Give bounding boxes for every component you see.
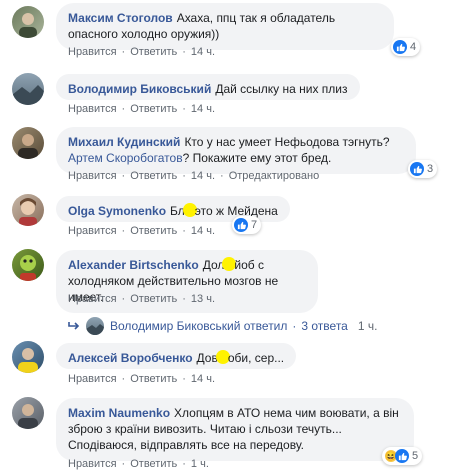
timestamp[interactable]: 14 ч.	[191, 225, 215, 237]
timestamp[interactable]: 1 ч.	[191, 458, 209, 470]
reply-time: 1 ч.	[357, 319, 378, 333]
comment-text-tail: ? Покажите ему этот бред.	[182, 151, 332, 165]
reply-count: 3 ответа	[301, 319, 348, 333]
comment-actions: Нравится · Ответить · 14 ч.	[68, 373, 216, 385]
comment-text: Дов	[196, 351, 218, 365]
timestamp[interactable]: 14 ч.	[191, 103, 215, 115]
reply-link[interactable]: Ответить	[130, 103, 177, 115]
reaction-summary[interactable]: 😆 5	[382, 447, 423, 465]
timestamp[interactable]: 14 ч.	[191, 373, 215, 385]
reply-link[interactable]: Ответить	[130, 458, 177, 470]
comment-actions: Нравится · Ответить · 14 ч. · Отредактировано	[68, 170, 320, 182]
reply-avatar	[86, 317, 104, 335]
reaction-summary[interactable]: 7	[232, 216, 262, 234]
like-link[interactable]: Нравится	[68, 103, 117, 115]
avatar[interactable]	[12, 341, 44, 373]
comment-author[interactable]: Михаил Кудинский	[68, 135, 180, 149]
comment-text: Кто у нас умеет Нефьодова тэгнуть?	[184, 135, 390, 149]
like-icon	[410, 162, 424, 176]
comment-actions: Нравится · Ответить · 14 ч.	[68, 225, 216, 237]
reaction-summary[interactable]: 4	[391, 38, 421, 56]
like-link[interactable]: Нравится	[68, 373, 117, 385]
reply-arrow-icon	[68, 322, 80, 330]
comment-author[interactable]: Maxim Naumenko	[68, 406, 170, 420]
reply-link[interactable]: Ответить	[130, 170, 177, 182]
comment-actions: Нравится · Ответить · 13 ч.	[68, 293, 216, 305]
like-link[interactable]: Нравится	[68, 293, 117, 305]
like-link[interactable]: Нравится	[68, 46, 117, 58]
comment-author[interactable]: Olga Symonenko	[68, 204, 166, 218]
mention-link[interactable]: Артем Скоробогатов	[68, 151, 183, 165]
like-link[interactable]: Нравится	[68, 225, 117, 237]
edited-label[interactable]: Отредактировано	[229, 170, 320, 182]
avatar[interactable]	[12, 249, 44, 281]
comment-bubble: Алексей Воробченко Дов оби, сер...	[56, 343, 297, 369]
comment-actions: Нравится · Ответить · 14 ч.	[68, 46, 216, 58]
avatar[interactable]	[12, 6, 44, 38]
view-replies-link[interactable]: Володимир Биковський ответил · 3 ответа 1 ч…	[68, 317, 377, 335]
timestamp[interactable]: 14 ч.	[191, 170, 215, 182]
like-icon	[234, 218, 248, 232]
reaction-count: 3	[427, 163, 434, 175]
comment-actions: Нравится · Ответить · 14 ч.	[68, 103, 216, 115]
reaction-count: 4	[410, 41, 417, 53]
reply-author: Володимир Биковський	[110, 319, 241, 333]
reaction-count: 7	[251, 219, 258, 231]
avatar[interactable]	[12, 73, 44, 105]
timestamp[interactable]: 14 ч.	[191, 46, 215, 58]
avatar[interactable]	[12, 127, 44, 159]
reply-link[interactable]: Ответить	[130, 46, 177, 58]
comment-author[interactable]: Максим Стоголов	[68, 11, 173, 25]
comment-text: Дай ссылку на них плиз	[215, 82, 348, 96]
reaction-count: 5	[412, 450, 419, 462]
comment-text: Дол	[202, 258, 225, 272]
like-link[interactable]: Нравится	[68, 458, 117, 470]
reply-link[interactable]: Ответить	[130, 225, 177, 237]
comment-author[interactable]: Alexander Birtschenko	[68, 258, 199, 272]
avatar[interactable]	[12, 397, 44, 429]
comment-bubble: Володимир Биковський Дай ссылку на них пл…	[56, 74, 360, 100]
like-link[interactable]: Нравится	[68, 170, 117, 182]
comment-author[interactable]: Володимир Биковський	[68, 82, 211, 96]
comment-text-tail: оби, сер...	[227, 351, 285, 365]
reaction-summary[interactable]: 3	[408, 160, 438, 178]
comment-bubble: Maxim Naumenko Хлопцям в АТО нема чим вою…	[56, 398, 414, 461]
reply-link[interactable]: Ответить	[130, 293, 177, 305]
comment-actions: Нравится · Ответить · 1 ч.	[68, 458, 209, 470]
reply-verb: ответил	[243, 319, 288, 333]
comment-author[interactable]: Алексей Воробченко	[68, 351, 193, 365]
avatar[interactable]	[12, 194, 44, 226]
like-icon	[395, 449, 409, 463]
timestamp[interactable]: 13 ч.	[191, 293, 215, 305]
like-icon	[393, 40, 407, 54]
reply-link[interactable]: Ответить	[130, 373, 177, 385]
comment-bubble: Максим Стоголов Ахаха, ппц так я обладате…	[56, 3, 394, 50]
comment-bubble: Михаил Кудинский Кто у нас умеет Нефьодов…	[56, 127, 416, 174]
